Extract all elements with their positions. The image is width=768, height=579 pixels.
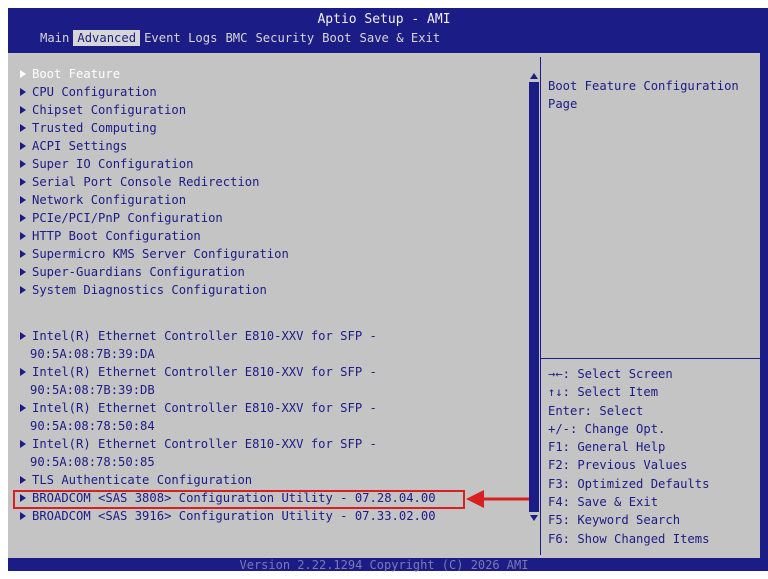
submenu-arrow-icon [20, 512, 26, 520]
menu-item-ethernet-1[interactable]: Intel(R) Ethernet Controller E810-XXV fo… [18, 327, 528, 345]
key-hint: F3: Optimized Defaults [548, 476, 710, 491]
menu-item-trusted-computing[interactable]: Trusted Computing [18, 119, 528, 137]
submenu-arrow-icon [20, 160, 26, 168]
menu-item-chipset-configuration[interactable]: Chipset Configuration [18, 101, 528, 119]
tab-boot[interactable]: Boot [318, 30, 355, 46]
tab-bmc[interactable]: BMC [221, 30, 251, 46]
submenu-arrow-icon [20, 142, 26, 150]
submenu-arrow-icon [20, 196, 26, 204]
setup-title: Aptio Setup - AMI [317, 12, 451, 27]
annotation-highlight-box [13, 490, 465, 509]
content-panel: Boot Feature CPU Configuration Chipset C… [8, 53, 760, 558]
submenu-arrow-icon [20, 70, 26, 78]
menu-item-super-guardians[interactable]: Super-Guardians Configuration [18, 263, 528, 281]
submenu-arrow-icon [20, 250, 26, 258]
key-hint: →←: Select Screen [548, 367, 673, 381]
menu-item-acpi-settings[interactable]: ACPI Settings [18, 137, 528, 155]
menu-item-ethernet-2[interactable]: Intel(R) Ethernet Controller E810-XXV fo… [18, 363, 528, 381]
submenu-arrow-icon [20, 268, 26, 276]
tab-advanced[interactable]: Advanced [73, 30, 141, 46]
menu-item-system-diagnostics[interactable]: System Diagnostics Configuration [18, 281, 528, 299]
submenu-arrow-icon [20, 440, 26, 448]
key-hint: F5: Keyword Search [548, 513, 681, 528]
menu-list: Boot Feature CPU Configuration Chipset C… [8, 53, 529, 558]
scroll-down-icon[interactable] [530, 515, 538, 521]
scroll-up-icon[interactable] [530, 73, 538, 79]
version-footer: Version 2.22.1294 Copyright (C) 2026 AMI [239, 558, 529, 572]
submenu-arrow-icon [20, 214, 26, 222]
tab-save-exit[interactable]: Save & Exit [356, 30, 445, 46]
key-hint: Enter: Select [548, 403, 644, 418]
menu-item-pcie-configuration[interactable]: PCIe/PCI/PnP Configuration [18, 209, 528, 227]
menu-item-http-boot[interactable]: HTTP Boot Configuration [18, 227, 528, 245]
submenu-arrow-icon [20, 368, 26, 376]
tab-main[interactable]: Main [36, 30, 73, 46]
ethernet-3-mac: 90:5A:08:78:50:84 [30, 419, 155, 433]
ethernet-2-mac: 90:5A:08:7B:39:DB [30, 383, 155, 397]
tab-event-logs[interactable]: Event Logs [140, 30, 221, 46]
key-hint: +/-: Change Opt. [548, 421, 666, 436]
key-hint: F4: Save & Exit [548, 495, 659, 510]
submenu-arrow-icon [20, 106, 26, 114]
menu-item-super-io[interactable]: Super IO Configuration [18, 155, 528, 173]
submenu-arrow-icon [20, 178, 26, 186]
help-text: Boot Feature Configuration Page [548, 79, 739, 111]
help-separator [540, 358, 760, 359]
submenu-arrow-icon [20, 332, 26, 340]
menu-item-network-configuration[interactable]: Network Configuration [18, 191, 528, 209]
menu-item-boot-feature[interactable]: Boot Feature [18, 65, 528, 83]
submenu-arrow-icon [20, 286, 26, 294]
menu-item-ethernet-4[interactable]: Intel(R) Ethernet Controller E810-XXV fo… [18, 435, 528, 453]
menu-item-ethernet-3[interactable]: Intel(R) Ethernet Controller E810-XXV fo… [18, 399, 528, 417]
ethernet-4-mac: 90:5A:08:78:50:85 [30, 455, 155, 469]
menu-item-tls-authenticate[interactable]: TLS Authenticate Configuration [18, 471, 528, 489]
key-legend: →←: Select Screen ↑↓: Select Item Enter:… [548, 365, 758, 548]
key-hint: F2: Previous Values [548, 458, 688, 473]
submenu-arrow-icon [20, 88, 26, 96]
menu-item-broadcom-sas-3916[interactable]: BROADCOM <SAS 3916> Configuration Utilit… [18, 507, 528, 525]
submenu-arrow-icon [20, 404, 26, 412]
ethernet-1-mac: 90:5A:08:7B:39:DA [30, 347, 155, 361]
submenu-arrow-icon [20, 232, 26, 240]
scrollbar-thumb[interactable] [529, 82, 539, 512]
submenu-arrow-icon [20, 476, 26, 484]
tab-bar: Main Advanced Event Logs BMC Security Bo… [36, 30, 444, 46]
key-hint: ↑↓: Select Item [548, 385, 659, 400]
key-hint: F1: General Help [548, 440, 666, 455]
menu-item-cpu-configuration[interactable]: CPU Configuration [18, 83, 528, 101]
header-bar: Aptio Setup - AMI Main Advanced Event Lo… [8, 8, 760, 48]
submenu-arrow-icon [20, 124, 26, 132]
menu-item-kms-server[interactable]: Supermicro KMS Server Configuration [18, 245, 528, 263]
tab-security[interactable]: Security [251, 30, 318, 46]
panel-divider [540, 57, 541, 555]
bios-window: Aptio Setup - AMI Main Advanced Event Lo… [8, 8, 768, 572]
key-hint: F6: Show Changed Items [548, 531, 710, 546]
menu-item-serial-console[interactable]: Serial Port Console Redirection [18, 173, 528, 191]
